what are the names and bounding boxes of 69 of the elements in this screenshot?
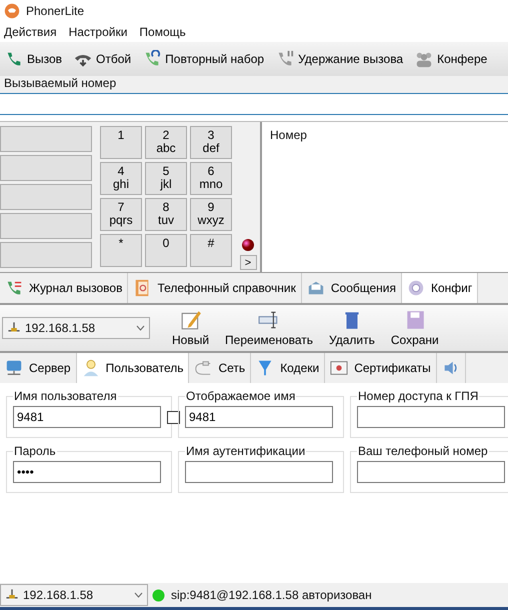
toolbar-button[interactable]: Повторный набор bbox=[138, 50, 270, 68]
field-label: Пароль bbox=[13, 444, 57, 458]
toolbar-button[interactable]: Конфере bbox=[410, 50, 492, 68]
field-label: Имя аутентификации bbox=[185, 444, 306, 458]
account-dropdown[interactable]: 192.168.1.58 bbox=[2, 317, 150, 339]
cable-icon bbox=[194, 359, 212, 377]
expand-button[interactable]: > bbox=[240, 255, 256, 270]
toolbar-button[interactable]: Удержание вызова bbox=[271, 50, 408, 68]
number-input[interactable] bbox=[0, 93, 508, 115]
address-book-icon bbox=[133, 279, 152, 297]
hold-icon bbox=[276, 50, 294, 68]
keypad-key[interactable]: 6 mno bbox=[190, 162, 232, 195]
memory-key[interactable] bbox=[0, 155, 92, 181]
phone-icon bbox=[5, 50, 23, 68]
pencil-icon bbox=[180, 309, 202, 331]
text-field[interactable]: 9481 bbox=[185, 406, 333, 428]
caret-icon bbox=[136, 325, 145, 331]
tab[interactable]: Пользователь bbox=[76, 353, 190, 383]
certificate-icon bbox=[330, 359, 348, 377]
memory-key[interactable] bbox=[0, 184, 92, 210]
text-field[interactable]: •••• bbox=[13, 461, 161, 483]
user-icon bbox=[82, 359, 100, 377]
text-field[interactable] bbox=[357, 461, 505, 483]
phone-arrows-icon bbox=[5, 279, 23, 297]
keypad-key[interactable]: # bbox=[190, 234, 232, 267]
toolbar-button[interactable]: Новый bbox=[164, 309, 218, 347]
memory-key[interactable] bbox=[0, 126, 92, 152]
menu-item[interactable]: Действия bbox=[0, 25, 61, 39]
toolbar-button[interactable]: Переименовать bbox=[217, 309, 322, 347]
account-dropdown[interactable]: 192.168.1.58 bbox=[0, 584, 148, 606]
text-field[interactable]: 9481 bbox=[13, 406, 161, 428]
column-header: Номер bbox=[270, 128, 307, 142]
window-title: PhonerLite bbox=[26, 4, 84, 18]
field-label: Ваш телефоный номер bbox=[357, 444, 489, 458]
toolbar-button[interactable]: Отбой bbox=[69, 50, 136, 68]
keypad-key[interactable]: 2 abc bbox=[145, 126, 187, 159]
rename-icon bbox=[258, 309, 280, 331]
tab[interactable]: Конфиг bbox=[402, 273, 478, 303]
caret-icon bbox=[134, 592, 143, 598]
toolbar-button[interactable]: Вызов bbox=[0, 50, 68, 68]
memory-key[interactable] bbox=[0, 213, 92, 239]
redial-icon bbox=[143, 50, 162, 68]
keypad-key[interactable]: 9 wxyz bbox=[190, 198, 232, 231]
field-label: Имя пользователя bbox=[13, 389, 118, 403]
keypad-key[interactable]: 1 bbox=[100, 126, 142, 159]
server-icon bbox=[5, 359, 23, 377]
keypad-key[interactable]: 3 def bbox=[190, 126, 232, 159]
keypad-key[interactable]: 7 pqrs bbox=[100, 198, 142, 231]
toolbar-button[interactable]: Сохрани bbox=[382, 309, 447, 347]
menu-item[interactable]: Помощь bbox=[135, 25, 190, 39]
text-field[interactable] bbox=[185, 461, 333, 483]
text-field[interactable] bbox=[357, 406, 505, 428]
memory-key[interactable] bbox=[0, 242, 92, 268]
keypad-key[interactable]: 4 ghi bbox=[100, 162, 142, 195]
status-text: sip:9481@192.168.1.58 авторизован bbox=[171, 588, 372, 602]
app-logo-icon bbox=[4, 3, 20, 19]
gear-icon bbox=[407, 279, 425, 297]
keypad-key[interactable]: 5 jkl bbox=[145, 162, 187, 195]
keypad-key[interactable]: * bbox=[100, 234, 142, 267]
menu-item[interactable]: Настройки bbox=[64, 25, 132, 39]
people-icon bbox=[415, 50, 434, 68]
keypad-key[interactable]: 0 bbox=[145, 234, 187, 267]
field-label: Номер доступа к ГПЯ bbox=[357, 389, 480, 403]
envelope-icon bbox=[306, 279, 325, 297]
toolbar-button[interactable]: Удалить bbox=[321, 309, 383, 347]
field-label: Отображаемое имя bbox=[185, 389, 296, 403]
checkbox[interactable] bbox=[167, 410, 180, 424]
keypad-key[interactable]: 8 tuv bbox=[145, 198, 187, 231]
field-label: Вызываемый номер bbox=[0, 76, 508, 93]
